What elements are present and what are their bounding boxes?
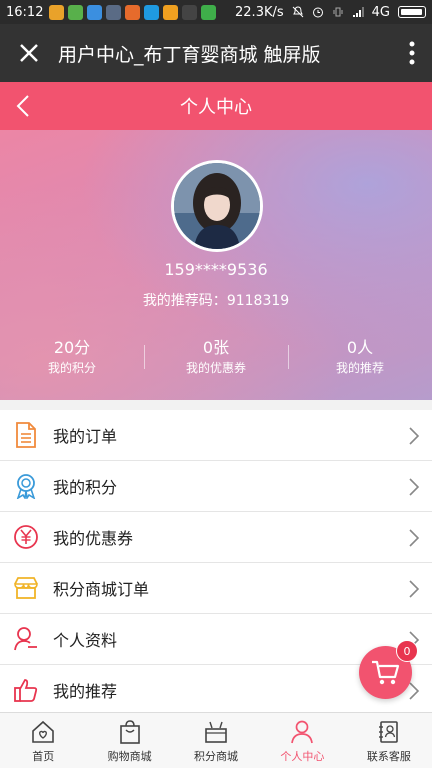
avatar-photo xyxy=(174,163,260,249)
stat-referrals[interactable]: 0人 我的推荐 xyxy=(288,337,432,377)
stat-value: 0人 xyxy=(346,338,374,357)
yen-coupon-icon xyxy=(14,525,38,549)
stat-value: 0张 xyxy=(202,338,230,357)
medal-icon xyxy=(16,474,36,499)
chevron-right-icon xyxy=(409,529,420,547)
store-icon xyxy=(14,577,38,599)
app-notification-icon xyxy=(49,4,65,20)
contact-book-icon xyxy=(378,721,398,743)
stat-value: 20分 xyxy=(53,338,91,357)
order-document-icon xyxy=(16,422,36,448)
app-notification-icon xyxy=(87,4,103,20)
tab-label: 个人中心 xyxy=(280,750,325,763)
points-store-icon xyxy=(205,721,227,743)
menu-item-points-store-orders[interactable]: 积分商城订单 xyxy=(0,563,432,614)
app-notification-icon xyxy=(144,4,160,20)
menu-item-label: 个人资料 xyxy=(53,631,118,650)
home-icon xyxy=(32,720,55,743)
page-header: 个人中心 xyxy=(0,82,432,130)
status-time: 16:12 xyxy=(6,4,44,20)
chevron-right-icon xyxy=(409,478,420,496)
chevron-right-icon xyxy=(409,580,420,598)
browser-bar: 用户中心_布丁育婴商城 触屏版 xyxy=(0,24,432,82)
tab-label: 购物商城 xyxy=(107,750,152,763)
status-bar: 16:12 22.3K/s 4G xyxy=(0,0,432,24)
user-phone: 159****9536 xyxy=(164,260,268,279)
shopping-cart-icon xyxy=(371,660,399,684)
stat-points[interactable]: 20分 我的积分 xyxy=(0,337,144,377)
tab-label: 首页 xyxy=(32,750,55,763)
referral-code-value: 9118319 xyxy=(226,293,290,309)
app-notification-icon xyxy=(201,4,217,20)
profile-stats: 20分 我的积分 0张 我的优惠券 0人 我的推荐 xyxy=(0,337,432,377)
menu-item-label: 我的积分 xyxy=(53,478,118,497)
network-speed: 22.3K/s xyxy=(235,4,284,20)
more-menu-button[interactable] xyxy=(392,24,432,82)
menu-item-label: 我的推荐 xyxy=(53,682,118,701)
menu-item-coupons[interactable]: 我的优惠券 xyxy=(0,512,432,563)
menu-item-label: 我的订单 xyxy=(53,427,118,446)
vibrate-icon xyxy=(333,7,343,17)
app-notification-icon xyxy=(68,4,84,20)
close-icon xyxy=(20,44,38,62)
tab-home[interactable]: 首页 xyxy=(0,713,86,768)
chevron-left-icon xyxy=(16,95,29,117)
user-profile-icon xyxy=(14,627,37,651)
tab-label: 积分商城 xyxy=(194,750,239,763)
thumbs-up-icon xyxy=(14,679,38,702)
stat-label: 我的推荐 xyxy=(335,361,384,375)
user-icon xyxy=(291,720,314,744)
app-notification-icon xyxy=(182,4,198,20)
page-title: 个人中心 xyxy=(180,97,252,118)
stat-coupons[interactable]: 0张 我的优惠券 xyxy=(144,337,288,377)
mute-icon xyxy=(292,6,303,18)
profile-header: 159****9536 我的推荐码：9118319 20分 我的积分 0张 我的… xyxy=(0,130,432,400)
referral-code-row: 我的推荐码：9118319 xyxy=(0,290,432,310)
chevron-right-icon xyxy=(409,682,420,700)
shopping-bag-icon xyxy=(119,720,140,744)
network-type: 4G xyxy=(371,4,390,20)
avatar[interactable] xyxy=(171,160,263,252)
app-notification-icon xyxy=(125,4,141,20)
stat-label: 我的积分 xyxy=(47,361,96,375)
stat-label: 我的优惠券 xyxy=(185,361,246,375)
tab-shopping-mall[interactable]: 购物商城 xyxy=(86,713,172,768)
tab-customer-service[interactable]: 联系客服 xyxy=(346,713,432,768)
referral-code-label: 我的推荐码： xyxy=(142,293,227,309)
menu-item-label: 积分商城订单 xyxy=(53,580,150,599)
more-vertical-icon xyxy=(409,41,415,65)
battery-icon xyxy=(398,6,426,18)
menu-item-orders[interactable]: 我的订单 xyxy=(0,410,432,461)
menu-item-points[interactable]: 我的积分 xyxy=(0,461,432,512)
tab-points-mall[interactable]: 积分商城 xyxy=(173,713,259,768)
signal-icon xyxy=(352,7,364,17)
cart-count-badge: 0 xyxy=(396,640,418,662)
bottom-tab-bar: 首页 购物商城 积分商城 个人中心 联系客服 xyxy=(0,712,432,768)
notification-icons xyxy=(49,4,217,20)
tab-user-center[interactable]: 个人中心 xyxy=(259,713,345,768)
chevron-right-icon xyxy=(409,427,420,445)
close-button[interactable] xyxy=(0,24,58,82)
alarm-icon xyxy=(312,7,323,18)
app-notification-icon xyxy=(106,4,122,20)
back-button[interactable] xyxy=(8,82,38,130)
menu-item-label: 我的优惠券 xyxy=(53,529,134,548)
tab-label: 联系客服 xyxy=(366,750,411,763)
browser-title: 用户中心_布丁育婴商城 触屏版 xyxy=(58,43,321,66)
app-notification-icon xyxy=(163,4,179,20)
